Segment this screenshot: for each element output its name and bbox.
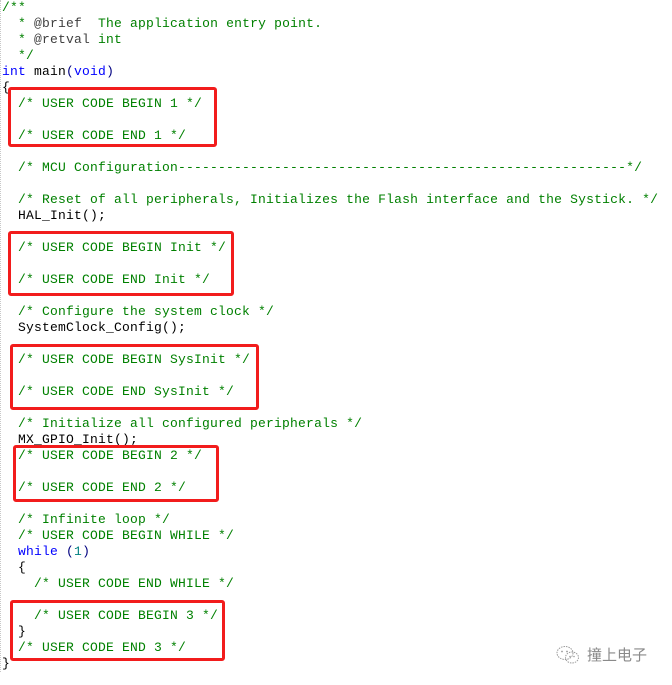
code-token-comment: /* USER CODE END WHILE */ [34,576,235,591]
code-token-comment: /** [2,0,27,15]
code-token-plain: main [26,64,67,79]
highlight-box-user-code-init [8,231,234,296]
highlight-box-user-code-1 [8,87,217,147]
code-line[interactable]: /* Reset of all peripherals, Initializes… [2,192,658,208]
code-line[interactable]: /* USER CODE END WHILE */ [2,576,658,592]
code-token-comment: * [18,16,35,31]
code-line[interactable]: HAL_Init(); [2,208,658,224]
code-line[interactable]: * @retval int [2,32,658,48]
code-token-comment: /* Reset of all peripherals, Initializes… [18,192,659,207]
code-token-comment: int [90,32,123,47]
code-line[interactable]: SystemClock_Config(); [2,320,658,336]
code-token-comment: The application entry point. [82,16,323,31]
code-token-kw: while [18,544,59,559]
code-line[interactable]: /* Infinite loop */ [2,512,658,528]
code-line[interactable]: while (1) [2,544,658,560]
code-line[interactable]: /* Initialize all configured peripherals… [2,416,658,432]
code-token-comment: /* Infinite loop */ [18,512,171,527]
watermark-text: 撞上电子 [587,646,648,664]
code-line[interactable]: /** [2,0,658,16]
code-line[interactable] [2,176,658,192]
watermark: 撞上电子 [555,644,647,665]
code-token-plain: } [2,656,11,671]
code-line[interactable]: /* MCU Configuration--------------------… [2,160,658,176]
code-token-comment: /* USER CODE BEGIN WHILE */ [18,528,235,543]
highlight-box-user-code-2 [13,445,219,502]
code-token-kw: int [2,64,27,79]
code-token-comment: * [18,32,35,47]
code-token-plain: SystemClock_Config [18,320,163,335]
code-token-punc: ) [82,544,91,559]
code-line[interactable]: /* USER CODE BEGIN WHILE */ [2,528,658,544]
code-token-plain: (); [82,208,107,223]
code-line[interactable]: { [2,560,658,576]
code-token-comment: /* MCU Configuration--------------------… [18,160,643,175]
code-line[interactable]: /* Configure the system clock */ [2,304,658,320]
code-token-punc: ) [106,64,115,79]
code-token-kw: void [74,64,107,79]
code-token-plain: (); [162,320,187,335]
code-line[interactable]: * @brief The application entry point. [2,16,658,32]
highlight-box-user-code-3 [10,600,225,661]
code-token-num: 1 [74,544,83,559]
code-token-plain: { [18,560,27,575]
code-line[interactable]: int main(void) [2,64,658,80]
code-token-punc: ( [66,64,75,79]
code-token-punc: ( [58,544,75,559]
code-line[interactable]: */ [2,48,658,64]
code-token-comment: /* Initialize all configured peripherals… [18,416,363,431]
code-token-comment: */ [18,48,35,63]
code-token-plain: HAL_Init [18,208,83,223]
highlight-box-user-code-sysinit [10,344,259,410]
wechat-chat-icon [556,645,579,663]
code-token-comment: /* Configure the system clock */ [18,304,275,319]
code-token-doctag: @retval [34,32,91,47]
code-token-doctag: @brief [34,16,83,31]
